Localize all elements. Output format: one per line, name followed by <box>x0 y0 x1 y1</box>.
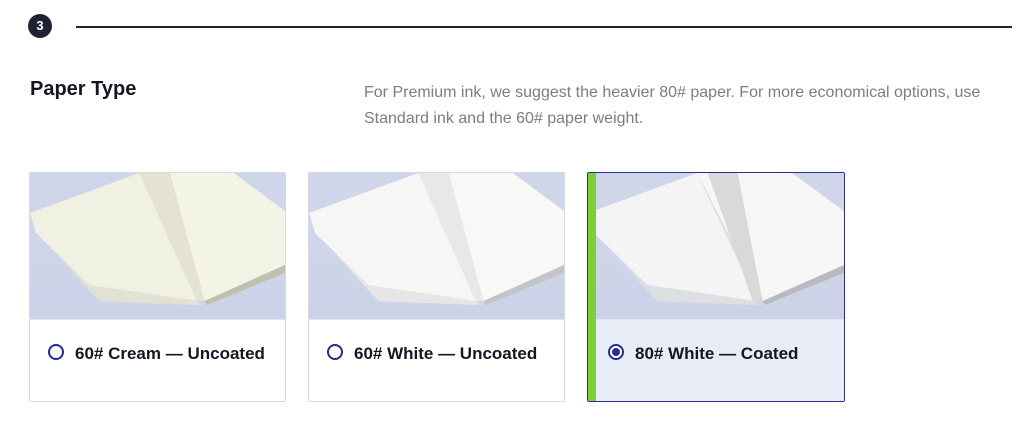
card-footer: 60# Cream — Uncoated <box>30 319 285 401</box>
card-footer: 80# White — Coated <box>588 319 844 401</box>
option-label: 60# White — Uncoated <box>354 344 538 363</box>
radio-button-selected[interactable] <box>608 344 624 360</box>
radio-button[interactable] <box>48 344 64 360</box>
step-number-badge: 3 <box>28 14 52 38</box>
paper-preview-image <box>30 173 285 319</box>
paper-option-60-white[interactable]: 60# White — Uncoated <box>308 172 565 402</box>
open-book-illustration <box>588 173 844 305</box>
step-divider <box>76 26 1012 28</box>
paper-preview-image <box>588 173 844 319</box>
open-book-illustration <box>309 173 564 305</box>
paper-preview-image <box>309 173 564 319</box>
paper-option-60-cream[interactable]: 60# Cream — Uncoated <box>29 172 286 402</box>
section-title: Paper Type <box>30 78 137 100</box>
open-book-illustration <box>30 173 285 305</box>
option-label: 60# Cream — Uncoated <box>75 344 265 363</box>
section-description: For Premium ink, we suggest the heavier … <box>364 84 981 127</box>
selected-indicator-bar <box>588 173 596 401</box>
card-footer: 60# White — Uncoated <box>309 319 564 401</box>
radio-button[interactable] <box>327 344 343 360</box>
step-header: 3 <box>28 14 1012 38</box>
paper-option-80-white-coated[interactable]: 80# White — Coated <box>587 172 845 402</box>
option-label: 80# White — Coated <box>635 344 799 363</box>
